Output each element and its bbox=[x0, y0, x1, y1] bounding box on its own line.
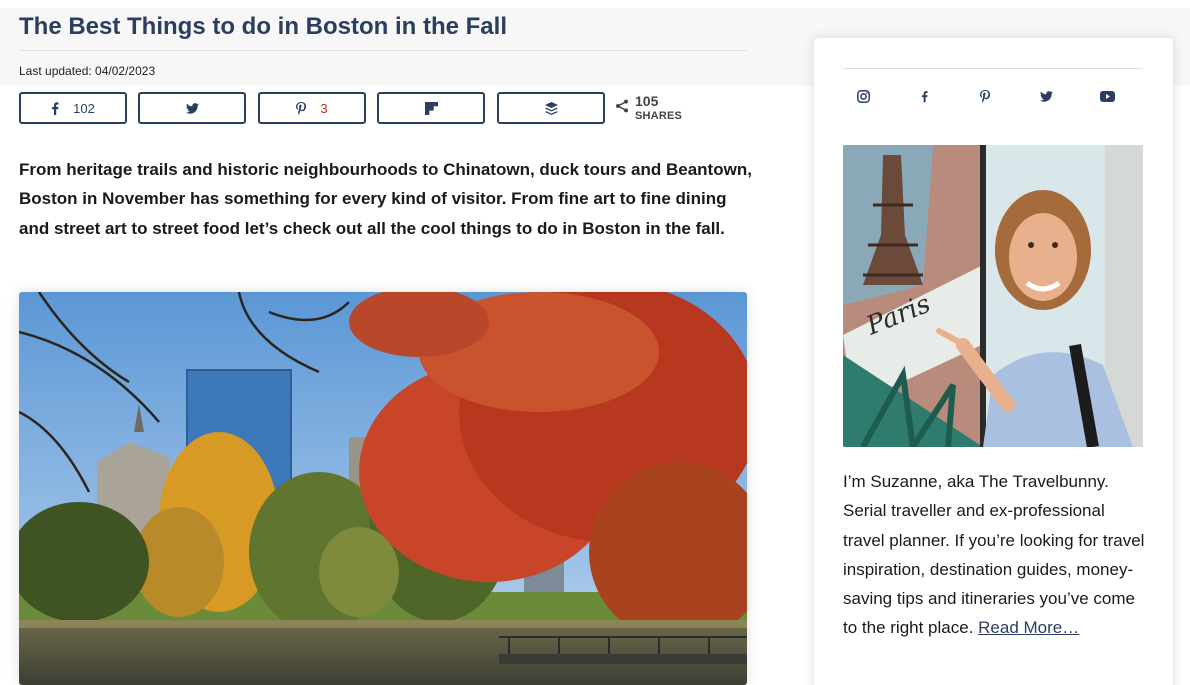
hero-image bbox=[19, 292, 747, 685]
pinterest-icon bbox=[296, 101, 307, 115]
facebook-icon bbox=[51, 101, 59, 115]
sidebar-about-widget: Paris I’m Suzanne, aka The Travelbunny. … bbox=[814, 38, 1173, 685]
facebook-share-button[interactable]: 102 bbox=[19, 92, 127, 124]
read-more-link[interactable]: Read More… bbox=[978, 618, 1079, 637]
facebook-icon[interactable] bbox=[916, 88, 932, 104]
author-bio: I’m Suzanne, aka The Travelbunny. Serial… bbox=[843, 467, 1148, 643]
last-updated: Last updated: 04/02/2023 bbox=[19, 64, 156, 78]
article-title: The Best Things to do in Boston in the F… bbox=[19, 13, 507, 40]
twitter-icon bbox=[185, 102, 199, 114]
flipboard-icon bbox=[424, 101, 438, 115]
pinterest-share-button[interactable]: 3 bbox=[258, 92, 366, 124]
youtube-icon[interactable] bbox=[1099, 88, 1115, 104]
pinterest-share-count: 3 bbox=[320, 100, 328, 116]
share-icon bbox=[615, 99, 629, 118]
total-shares: 105 SHARES bbox=[615, 92, 682, 124]
total-shares-label: SHARES bbox=[635, 110, 683, 122]
facebook-share-count: 102 bbox=[73, 100, 95, 116]
pinterest-icon[interactable] bbox=[977, 88, 993, 104]
title-divider bbox=[19, 50, 747, 51]
twitter-icon[interactable] bbox=[1038, 88, 1054, 104]
twitter-share-button[interactable] bbox=[138, 92, 246, 124]
sidebar-divider bbox=[843, 68, 1143, 69]
author-portrait: Paris bbox=[843, 145, 1143, 447]
author-bio-text: I’m Suzanne, aka The Travelbunny. Serial… bbox=[843, 472, 1145, 638]
instagram-icon[interactable] bbox=[855, 88, 871, 104]
share-bar: 102 3 105 SHARES bbox=[19, 92, 747, 124]
flipboard-share-button[interactable] bbox=[377, 92, 485, 124]
article-intro: From heritage trails and historic neighb… bbox=[19, 160, 752, 238]
buffer-share-button[interactable] bbox=[497, 92, 605, 124]
total-shares-count: 105 bbox=[635, 93, 659, 109]
buffer-icon bbox=[544, 101, 558, 115]
